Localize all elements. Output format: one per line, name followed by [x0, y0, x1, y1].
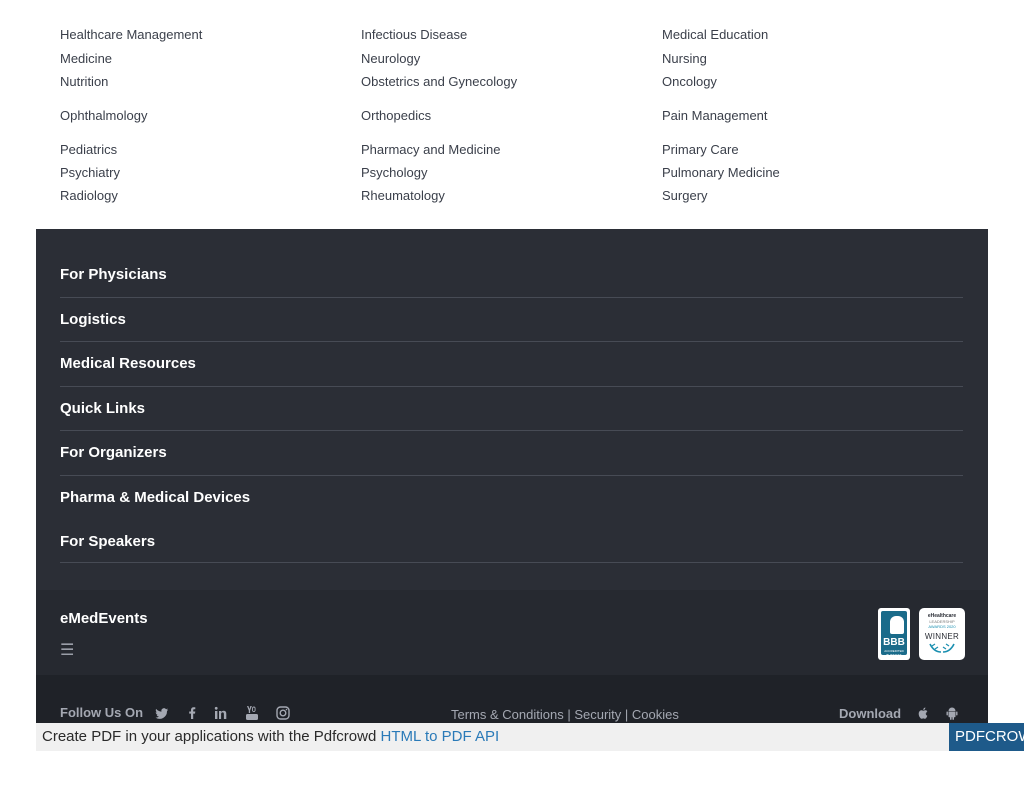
- specialty-link[interactable]: Pharmacy and Medicine: [361, 142, 500, 157]
- terms-link[interactable]: Terms & Conditions: [451, 707, 564, 722]
- android-icon[interactable]: [945, 706, 959, 720]
- specialty-row: Ophthalmology Orthopedics Pain Managemen…: [60, 108, 964, 128]
- footer-bottom-bar: Follow Us On Terms & Conditions | Securi…: [36, 675, 988, 723]
- footer-section-quick-links[interactable]: Quick Links: [60, 387, 963, 431]
- specialty-link[interactable]: Surgery: [662, 188, 708, 203]
- instagram-icon[interactable]: [275, 705, 291, 721]
- legal-links: Terms & Conditions | Security | Cookies: [451, 707, 679, 722]
- specialty-link[interactable]: Orthopedics: [361, 108, 431, 123]
- hamburger-menu-icon[interactable]: ☰: [60, 640, 74, 660]
- specialty-link[interactable]: Pain Management: [662, 108, 768, 123]
- bbb-badge-subtitle: ACCREDITED BUSINESS: [884, 649, 904, 657]
- specialty-link[interactable]: Obstetrics and Gynecology: [361, 74, 517, 89]
- specialty-row: Radiology Rheumatology Surgery: [60, 188, 964, 208]
- linkedin-icon[interactable]: [213, 705, 229, 721]
- specialty-row: Medicine Neurology Nursing: [60, 51, 964, 71]
- pdfcrowd-message: Create PDF in your applications with the…: [42, 728, 381, 745]
- bbb-badge-panel: BBB ACCREDITED BUSINESS: [881, 611, 907, 657]
- footer-section-logistics[interactable]: Logistics: [60, 298, 963, 342]
- footer-section-for-speakers[interactable]: For Speakers: [60, 520, 963, 563]
- specialty-link[interactable]: Pediatrics: [60, 142, 117, 157]
- specialty-link[interactable]: Healthcare Management: [60, 27, 202, 42]
- bbb-badge-title: BBB: [883, 637, 905, 648]
- specialty-link[interactable]: Neurology: [361, 51, 420, 66]
- specialty-link[interactable]: Psychology: [361, 165, 427, 180]
- footer-section-pharma-medical-devices[interactable]: Pharma & Medical Devices: [60, 476, 963, 521]
- legal-separator: |: [563, 707, 575, 722]
- ehealthcare-award-badge[interactable]: eHealthcare LEADERSHIP AWARDS 2020 WINNE…: [919, 608, 965, 660]
- footer-section-medical-resources[interactable]: Medical Resources: [60, 342, 963, 387]
- download-label: Download: [839, 706, 902, 721]
- specialty-link[interactable]: Nursing: [662, 51, 707, 66]
- legal-separator: |: [621, 707, 632, 722]
- twitter-icon[interactable]: [154, 705, 170, 721]
- specialty-link[interactable]: Nutrition: [60, 74, 108, 89]
- specialty-link[interactable]: Ophthalmology: [60, 108, 147, 123]
- pdfcrowd-button[interactable]: PDFCROWD: [949, 723, 1024, 751]
- specialty-row: Pediatrics Pharmacy and Medicine Primary…: [60, 142, 964, 162]
- brand-name[interactable]: eMedEvents: [60, 610, 148, 627]
- specialty-row: Healthcare Management Infectious Disease…: [60, 27, 964, 47]
- specialty-link[interactable]: Radiology: [60, 188, 118, 203]
- security-link[interactable]: Security: [574, 707, 621, 722]
- laurel-icon: [929, 643, 955, 653]
- specialty-list: Healthcare Management Infectious Disease…: [60, 0, 964, 210]
- bbb-accredited-badge[interactable]: BBB ACCREDITED BUSINESS: [878, 608, 910, 660]
- apple-icon[interactable]: [916, 706, 930, 720]
- specialty-link[interactable]: Infectious Disease: [361, 27, 467, 42]
- specialty-link[interactable]: Rheumatology: [361, 188, 445, 203]
- specialty-row: Psychiatry Psychology Pulmonary Medicine: [60, 165, 964, 185]
- specialty-link[interactable]: Primary Care: [662, 142, 739, 157]
- youtube-icon[interactable]: [244, 705, 260, 721]
- footer-section-for-physicians[interactable]: For Physicians: [60, 253, 963, 298]
- brand-band: eMedEvents ☰ BBB ACCREDITED BUSINESS eHe…: [36, 590, 988, 675]
- specialty-link[interactable]: Medical Education: [662, 27, 768, 42]
- footer-accordion: For Physicians Logistics Medical Resourc…: [60, 253, 963, 563]
- specialty-row: Nutrition Obstetrics and Gynecology Onco…: [60, 74, 964, 94]
- award-line-3: AWARDS 2020: [928, 624, 956, 629]
- specialty-link[interactable]: Oncology: [662, 74, 717, 89]
- pdfcrowd-api-link[interactable]: HTML to PDF API: [381, 728, 500, 745]
- pdfcrowd-banner: Create PDF in your applications with the…: [36, 723, 1024, 751]
- award-line-4: WINNER: [924, 632, 960, 641]
- specialty-link[interactable]: Medicine: [60, 51, 112, 66]
- site-footer: For Physicians Logistics Medical Resourc…: [36, 229, 988, 675]
- footer-section-for-organizers[interactable]: For Organizers: [60, 431, 963, 476]
- specialty-link[interactable]: Pulmonary Medicine: [662, 165, 780, 180]
- specialty-link[interactable]: Psychiatry: [60, 165, 120, 180]
- follow-us-label: Follow Us On: [60, 705, 144, 720]
- cookies-link[interactable]: Cookies: [632, 707, 679, 722]
- bbb-seal-icon: [890, 616, 904, 634]
- facebook-icon[interactable]: [184, 705, 200, 721]
- pdfcrowd-text: Create PDF in your applications with the…: [42, 728, 499, 745]
